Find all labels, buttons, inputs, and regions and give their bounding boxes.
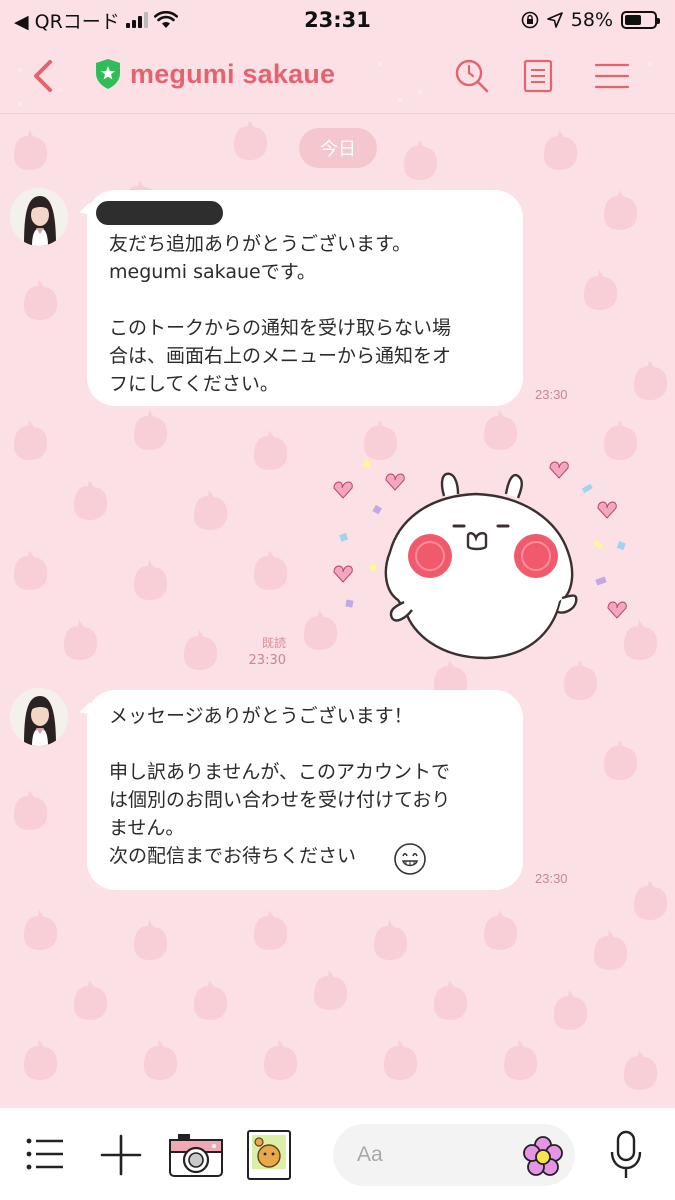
avatar[interactable] [10,188,68,246]
search-icon[interactable] [454,58,490,94]
battery-percent: 58% [570,9,613,31]
battery-level [625,15,642,25]
battery-icon [621,11,660,29]
message-time: 23:30 [535,871,568,886]
chat-title-area: megumi sakaue [94,58,335,90]
avatar[interactable] [10,688,68,746]
photo-icon[interactable] [247,1130,291,1180]
menu-icon[interactable] [594,58,630,94]
wifi-icon [153,11,178,28]
camera-icon[interactable] [168,1132,224,1178]
shield-star-icon [96,59,120,89]
status-bar: ◀ QRコード 23:31 58% [0,0,675,40]
rabbit-sticker[interactable] [326,452,636,662]
message-time: 23:30 [248,653,286,668]
message-input-bar: Aa [0,1108,675,1200]
profile-photo [10,688,68,746]
read-receipt: 既読 23:30 [240,635,286,669]
chat-title[interactable]: megumi sakaue [130,59,335,90]
location-icon [546,12,563,28]
rotation-lock-icon [521,11,539,29]
message-text: メッセージありがとうございます！ 申し訳ありませんが、このアカウントで は個別の… [109,705,451,867]
profile-photo [10,188,68,246]
chat-header: megumi sakaue [0,40,675,114]
read-label: 既読 [261,636,286,650]
back-to-app-link[interactable]: ◀ QRコード [14,7,120,34]
message-bubble[interactable]: メッセージありがとうございます！ 申し訳ありませんが、このアカウントで は個別の… [87,690,523,890]
note-icon[interactable] [520,58,556,94]
redacted-sender-name [96,201,223,225]
cellular-signal-icon [125,12,148,28]
microphone-icon[interactable] [608,1130,644,1180]
message-time: 23:30 [535,387,568,402]
back-button[interactable] [28,58,60,94]
date-separator: 今日 [299,128,377,168]
plus-icon[interactable] [100,1134,142,1176]
smile-emoji-icon [394,843,426,875]
list-icon[interactable] [26,1136,64,1172]
flower-emoji-icon[interactable] [522,1136,564,1176]
